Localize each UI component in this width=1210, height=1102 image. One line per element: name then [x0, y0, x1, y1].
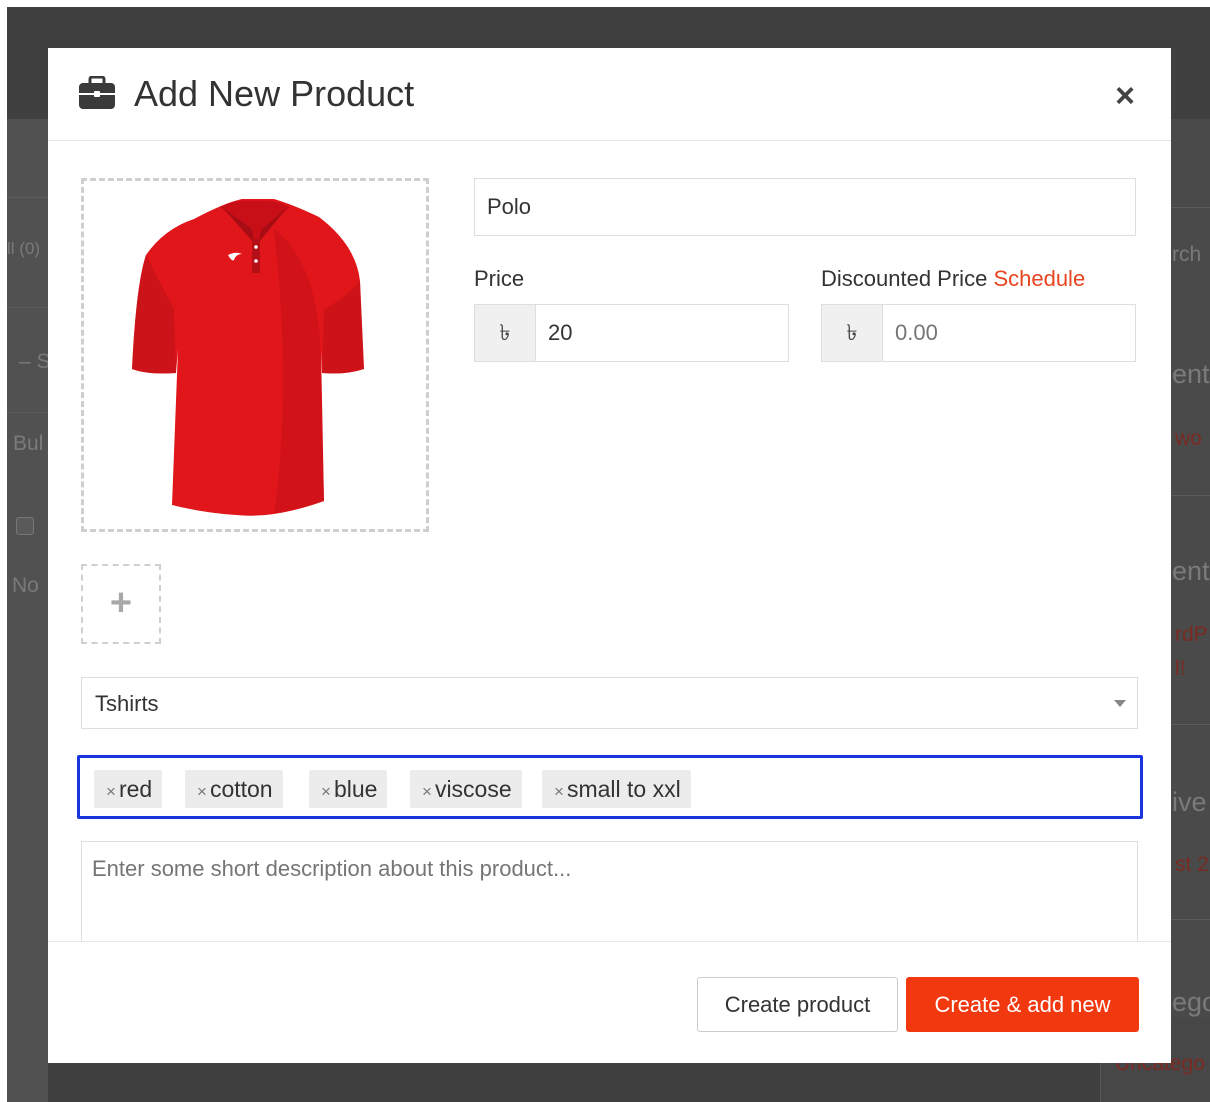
- tag-label: red: [118, 776, 153, 802]
- background-divider: [7, 412, 48, 413]
- background-text: wo: [1175, 427, 1202, 450]
- tag-chip: × viscose: [410, 770, 522, 808]
- price-currency-addon: ৳: [474, 304, 535, 362]
- remove-tag-icon[interactable]: ×: [106, 782, 116, 801]
- product-image-dropzone[interactable]: [81, 178, 429, 532]
- background-text: ego: [1172, 987, 1210, 1017]
- discounted-price-label-text: Discounted Price: [821, 266, 988, 291]
- tag-label: viscose: [434, 776, 512, 802]
- background-divider: [1170, 495, 1210, 496]
- modal-header: Add New Product ×: [48, 48, 1171, 141]
- discounted-price-label: Discounted Price Schedule: [821, 266, 1085, 292]
- price-label: Price: [474, 266, 525, 291]
- add-image-button[interactable]: +: [81, 564, 161, 644]
- tag-chip: × blue: [309, 770, 388, 808]
- modal-title: Add New Product: [134, 73, 415, 114]
- background-checkbox: [16, 517, 34, 535]
- discount-currency-addon: ৳: [821, 304, 882, 362]
- dropdown-arrow-icon: [1114, 700, 1126, 707]
- background-divider: [1170, 919, 1210, 920]
- background-text: ent: [1172, 359, 1210, 389]
- discounted-price-input[interactable]: [882, 304, 1136, 362]
- briefcase-icon: [79, 76, 115, 109]
- background-text: ent: [1172, 556, 1210, 586]
- tag-label: cotton: [209, 776, 273, 802]
- remove-tag-icon[interactable]: ×: [197, 782, 207, 801]
- background-text: ll (0): [7, 239, 41, 258]
- plus-icon: +: [109, 582, 133, 624]
- background-list-panel: [7, 119, 48, 1102]
- background-text: l!: [1175, 657, 1186, 680]
- background-divider: [1170, 724, 1210, 725]
- tag-label: blue: [333, 776, 378, 802]
- background-text: No: [12, 574, 39, 597]
- background-text: – S: [19, 350, 51, 373]
- tags-input[interactable]: × red × cotton × blue × viscose × small to xx…: [77, 755, 1143, 819]
- add-product-modal: Add New Product × + Price ৳ Discou: [48, 48, 1171, 1063]
- price-input[interactable]: [535, 304, 789, 362]
- product-image: [132, 199, 364, 516]
- close-button[interactable]: ×: [1110, 79, 1140, 113]
- remove-tag-icon[interactable]: ×: [554, 782, 564, 801]
- create-product-button[interactable]: Create product: [697, 977, 898, 1032]
- product-name-input[interactable]: [474, 178, 1136, 236]
- tag-chip: × red: [94, 770, 163, 808]
- background-text: ive: [1172, 787, 1207, 817]
- schedule-link[interactable]: Schedule: [993, 266, 1085, 291]
- tag-chip: × cotton: [185, 770, 283, 808]
- background-text: rdP: [1175, 623, 1208, 646]
- background-text: st 2: [1175, 853, 1209, 876]
- category-select[interactable]: Tshirts: [81, 677, 1138, 729]
- background-divider: [7, 307, 48, 308]
- modal-footer: Create product Create & add new: [48, 941, 1171, 1063]
- create-and-add-new-button[interactable]: Create & add new: [906, 977, 1139, 1032]
- remove-tag-icon[interactable]: ×: [321, 782, 331, 801]
- background-text: Bul: [13, 432, 44, 455]
- tag-chip: × small to xxl: [542, 770, 691, 808]
- background-divider: [7, 197, 48, 198]
- background-text: rch: [1172, 243, 1202, 266]
- background-divider: [1170, 207, 1210, 208]
- remove-tag-icon[interactable]: ×: [422, 782, 432, 801]
- tag-label: small to xxl: [566, 776, 681, 802]
